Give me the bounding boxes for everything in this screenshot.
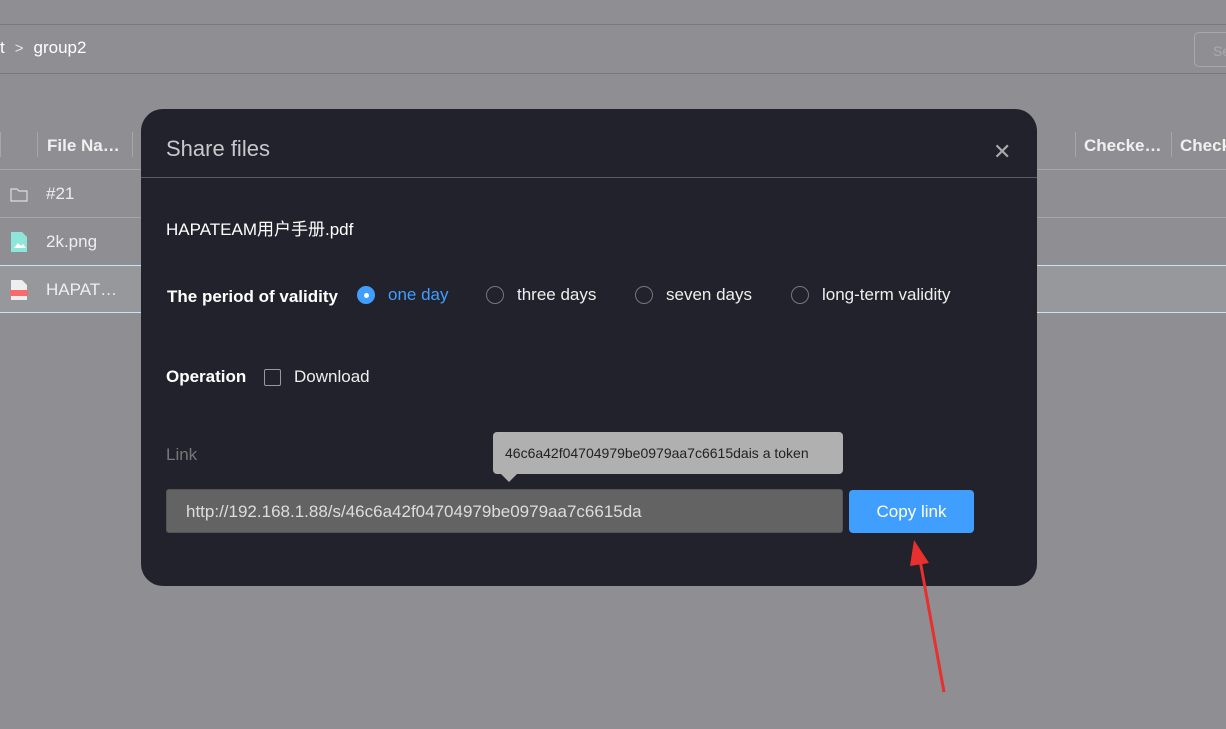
- annotation-arrow-icon: [910, 540, 946, 693]
